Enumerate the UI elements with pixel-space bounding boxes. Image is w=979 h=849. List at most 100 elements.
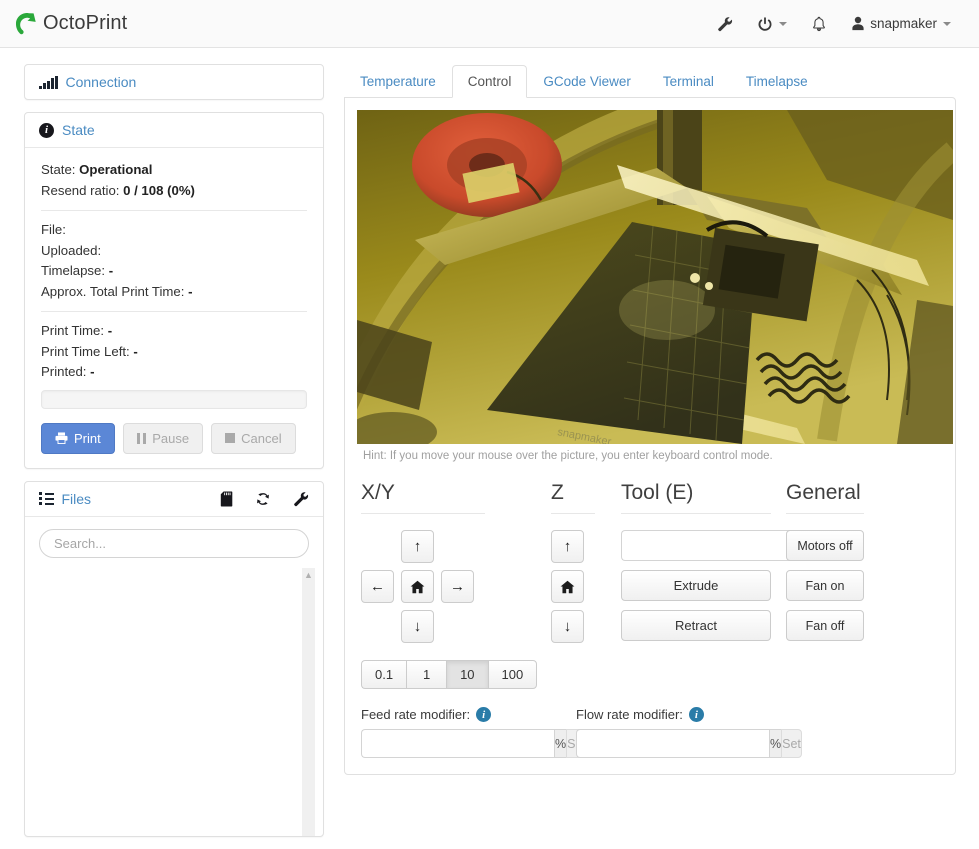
power-menu[interactable] [745,10,799,38]
user-menu[interactable]: snapmaker [839,10,963,37]
webcam-stream[interactable]: snapmaker [357,110,953,444]
settings-button[interactable] [705,10,745,38]
page-body: Connection i State State: Operational Re… [0,48,979,837]
info-icon[interactable]: i [688,707,704,722]
feed-rate-group: % Set [361,729,587,758]
jog-z-plus-button[interactable]: ↑ [551,530,584,563]
list-icon [39,492,54,505]
pause-button-label: Pause [152,430,190,446]
cancel-button[interactable]: Cancel [211,422,296,454]
motors-off-button[interactable]: Motors off [786,530,864,561]
print-controls: Print Pause Cancel [41,422,307,454]
resend-ratio-value: 0 / 108 (0%) [123,182,195,198]
files-panel-title[interactable]: Files [62,491,92,507]
files-scrollbar[interactable]: ▲ [302,567,315,836]
section-general-title: General [786,481,861,504]
state-row-print-time-left: Print Time Left: - [41,342,307,363]
section-tool-title: Tool (E) [621,481,694,504]
extrude-button[interactable]: Extrude [621,570,771,601]
flow-rate-label-row: Flow rate modifier: i [576,707,791,722]
wrench-icon[interactable] [293,491,309,507]
xy-row-top: ↑ [401,530,551,563]
xy-row-bottom: ↓ [401,610,551,643]
flow-rate-unit-addon: % [769,729,782,758]
jog-y-plus-button[interactable]: ↑ [401,530,434,563]
chevron-down-icon [779,21,788,26]
retract-button[interactable]: Retract [621,610,771,641]
fan-off-button[interactable]: Fan off [786,610,864,641]
files-panel-actions [220,491,309,507]
files-panel-header: Files [25,482,323,517]
z-row-bottom: ↓ [551,610,621,643]
home-xy-button[interactable] [401,570,434,603]
feed-rate-unit-addon: % [554,729,567,758]
state-row-state: State: Operational [41,160,307,181]
control-tab-panel: snapmaker Hint: If you move your mouse o… [344,97,956,775]
control-sections: X/Y ↑ ← → ↓ Z ↑ ↓ Tool (E) 5 Extrude Ret… [357,480,943,650]
total-print-time-value: - [188,283,193,299]
state-row-file: File: [41,220,307,241]
tab-timelapse[interactable]: Timelapse [730,65,824,98]
flow-rate-set-button[interactable]: Set [781,729,802,758]
brand[interactable]: OctoPrint [14,12,127,36]
sidebar: Connection i State State: Operational Re… [24,64,324,849]
navbar-actions: snapmaker [705,10,963,38]
tab-terminal[interactable]: Terminal [647,65,730,98]
tab-gcode-viewer[interactable]: GCode Viewer [527,65,647,98]
z-row-home [551,570,621,603]
sdcard-icon[interactable] [220,491,233,507]
user-icon [852,16,864,31]
pause-icon [136,432,147,444]
flow-rate-label: Flow rate modifier: [576,707,683,722]
step-size-1-button[interactable]: 1 [406,660,447,689]
jog-y-minus-button[interactable]: ↓ [401,610,434,643]
jog-x-plus-button[interactable]: → [441,570,474,603]
printed-label: Printed: [41,364,87,379]
xy-jog-pad: ↑ ← → ↓ [361,530,551,643]
flow-rate-block: Flow rate modifier: i % Set [576,707,802,758]
feed-rate-input[interactable] [361,729,554,758]
timelapse-value: - [108,263,114,278]
home-z-button[interactable] [551,570,584,603]
jog-z-minus-button[interactable]: ↓ [551,610,584,643]
state-panel: i State State: Operational Resend ratio:… [24,112,324,469]
pause-button[interactable]: Pause [122,422,204,454]
state-row-resend-ratio: Resend ratio: 0 / 108 (0%) [41,181,307,202]
total-print-time-label: Approx. Total Print Time: [41,283,185,299]
tab-control[interactable]: Control [451,65,528,98]
home-icon [410,580,425,593]
chevron-down-icon [943,21,951,26]
state-panel-title[interactable]: State [62,122,95,138]
search-input[interactable] [39,528,309,558]
flow-rate-group: % Set [576,729,802,758]
info-icon[interactable]: i [476,707,492,722]
step-size-group: 0.1 1 10 100 [361,660,538,689]
scroll-up-icon[interactable]: ▲ [304,570,313,580]
connection-panel-header[interactable]: Connection [25,65,323,99]
printer-icon [55,432,68,444]
octoprint-logo-icon [15,12,36,34]
print-button[interactable]: Print [41,422,115,454]
step-size-0.1-button[interactable]: 0.1 [361,660,407,689]
resend-ratio-label: Resend ratio: [41,182,120,198]
user-name: snapmaker [870,16,937,31]
print-progress-bar [41,389,307,409]
printed-value: - [90,364,95,379]
jog-x-minus-button[interactable]: ← [361,570,394,603]
state-panel-header[interactable]: i State [25,113,323,148]
tab-temperature[interactable]: Temperature [344,65,452,98]
top-navbar: OctoPrint snapmaker [0,0,979,48]
fan-on-button[interactable]: Fan on [786,570,864,601]
flow-rate-input[interactable] [576,729,769,758]
connection-panel-title[interactable]: Connection [66,74,137,90]
connection-panel: Connection [24,64,324,100]
xy-row-middle: ← → [361,570,551,603]
step-size-100-button[interactable]: 100 [487,660,538,689]
timelapse-label: Timelapse: [41,263,106,278]
step-size-10-button[interactable]: 10 [446,660,488,689]
refresh-icon[interactable] [255,491,271,507]
main-content: Temperature Control GCode Viewer Termina… [344,64,956,775]
power-icon [758,16,772,31]
notifications-button[interactable] [799,10,839,38]
section-xy: X/Y ↑ ← → ↓ [361,480,551,650]
